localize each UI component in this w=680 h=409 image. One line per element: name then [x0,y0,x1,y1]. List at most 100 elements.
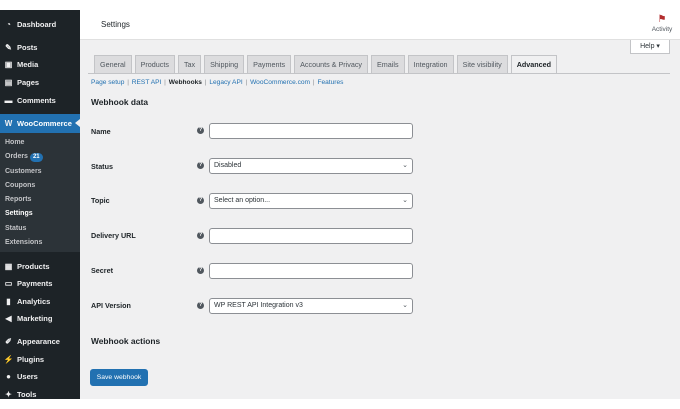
submenu-label: Home [5,138,25,146]
sidebar-item-label: Pages [17,78,40,88]
tab-advanced[interactable]: Advanced [510,55,558,74]
webhook-data-heading: Webhook data [91,97,149,107]
topic-select-value: Select an option... [214,197,271,204]
sidebar-item-posts[interactable]: ✎ Posts [0,39,80,57]
box-icon: ▦ [4,261,13,271]
submenu-item-customers[interactable]: Customers [0,165,80,179]
sidebar-item-users[interactable]: ● Users [0,368,80,386]
separator: | [162,79,166,86]
api-version-label: API Version [91,301,131,310]
sidebar-item-tools[interactable]: ✦ Tools [0,386,80,404]
page-icon: ▤ [4,78,13,88]
sidebar-item-woocommerce[interactable]: W WooCommerce [0,113,80,133]
status-label: Status [91,162,113,171]
sidebar-item-marketing[interactable]: ◀ Marketing [0,310,80,328]
api-version-select[interactable]: WP REST API Integration v3 ⌄ [209,298,413,314]
help-tip-icon[interactable]: ? [197,267,204,274]
megaphone-icon: ◀ [5,314,12,324]
subsection-rest-api[interactable]: REST API [132,79,162,86]
subsection-features[interactable]: Features [317,79,343,86]
topic-select[interactable]: Select an option... ⌄ [209,193,413,209]
secret-input[interactable] [209,263,413,279]
name-label: Name [91,127,111,136]
sidebar-item-label: Users [17,372,38,382]
status-select[interactable]: Disabled ⌄ [209,158,413,174]
subsection-legacy-api[interactable]: Legacy API [209,79,242,86]
woocommerce-submenu: Home Orders 21 Customers Coupons Reports … [0,132,80,253]
sidebar-item-products[interactable]: ▦ Products [0,257,80,275]
submenu-label: Extensions [5,239,43,247]
sidebar-item-analytics[interactable]: ▮ Analytics [0,293,80,311]
subsection-webhooks[interactable]: Webhooks [169,79,202,86]
pin-icon: ✎ [5,42,12,52]
tab-products[interactable]: Products [134,55,175,74]
user-icon: ● [6,372,11,382]
webhook-actions-heading: Webhook actions [91,336,161,346]
chevron-down-icon: ⌄ [402,197,408,204]
submenu-item-home[interactable]: Home [0,136,80,150]
subsection-page-setup[interactable]: Page setup [91,79,124,86]
separator: | [243,79,248,86]
submenu-label: Settings [5,210,33,218]
tab-payments[interactable]: Payments [247,55,292,74]
help-tip-icon[interactable]: ? [197,127,204,134]
page-title: Settings [101,20,130,29]
help-tip-icon[interactable]: ? [197,197,204,204]
topic-label: Topic [91,196,110,205]
submenu-label: Customers [5,167,42,175]
submenu-item-coupons[interactable]: Coupons [0,179,80,193]
separator: | [311,79,315,86]
dashboard-icon: ◔ [6,20,11,30]
woo-icon: W [4,118,13,128]
flag-icon: ⚑ [657,14,667,25]
help-tip-icon[interactable]: ? [197,162,204,169]
help-tip-icon[interactable]: ? [197,232,204,239]
sidebar-item-appearance[interactable]: ✐ Appearance [0,333,80,351]
sidebar-item-label: Media [17,60,39,70]
tab-integration[interactable]: Integration [407,55,454,74]
separator: | [202,79,207,86]
tabs-divider [88,73,670,74]
tab-emails[interactable]: Emails [371,55,405,74]
sidebar-item-plugins[interactable]: ⚡ Plugins [0,350,80,368]
save-webhook-button[interactable]: Save webhook [90,369,148,386]
tab-shipping[interactable]: Shipping [204,55,245,74]
help-button[interactable]: Help ▾ [630,40,670,54]
help-tip-icon[interactable]: ? [197,302,204,309]
subsection-nav: Page setup | REST API | Webhooks | Legac… [91,79,343,86]
secret-label: Secret [91,266,113,275]
card-icon: ▭ [4,279,13,289]
tab-tax[interactable]: Tax [177,55,202,74]
api-version-select-value: WP REST API Integration v3 [214,302,303,309]
submenu-item-orders[interactable]: Orders 21 [0,150,80,164]
sidebar-item-pages[interactable]: ▤ Pages [0,74,80,92]
tab-accounts-privacy[interactable]: Accounts & Privacy [294,55,369,74]
plug-icon: ⚡ [3,354,14,364]
submenu-item-status[interactable]: Status [0,222,80,236]
sidebar-item-comments[interactable]: ▬ Comments [0,91,80,109]
sidebar-item-label: Comments [17,95,56,105]
sidebar-item-label: Marketing [17,314,53,324]
sidebar-item-dashboard[interactable]: ◔ Dashboard [0,16,80,34]
sidebar-item-label: Payments [17,279,53,289]
chevron-down-icon: ⌄ [402,162,408,169]
media-icon: ▣ [4,60,13,70]
sidebar-item-payments[interactable]: ▭ Payments [0,275,80,293]
top-header: Settings ⚑ Activity [80,10,680,40]
activity-button[interactable]: ⚑ Activity [650,14,674,33]
sidebar-item-label: Posts [17,42,38,52]
delivery-url-input[interactable] [209,228,413,244]
sidebar-item-media[interactable]: ▣ Media [0,56,80,74]
tab-general[interactable]: General [94,55,132,74]
main-content [80,40,680,399]
submenu-item-extensions[interactable]: Extensions [0,236,80,250]
submenu-label: Status [5,224,27,232]
submenu-item-reports[interactable]: Reports [0,193,80,207]
submenu-label: Reports [5,196,32,204]
tab-site-visibility[interactable]: Site visibility [456,55,508,74]
admin-sidebar: ◔ Dashboard ✎ Posts ▣ Media ▤ Pages ▬ Co… [0,10,80,399]
sidebar-item-label: Tools [17,389,37,399]
subsection-woocommerce-com[interactable]: WooCommerce.com [250,79,310,86]
name-input[interactable] [209,123,413,139]
submenu-item-settings[interactable]: Settings [0,207,80,221]
